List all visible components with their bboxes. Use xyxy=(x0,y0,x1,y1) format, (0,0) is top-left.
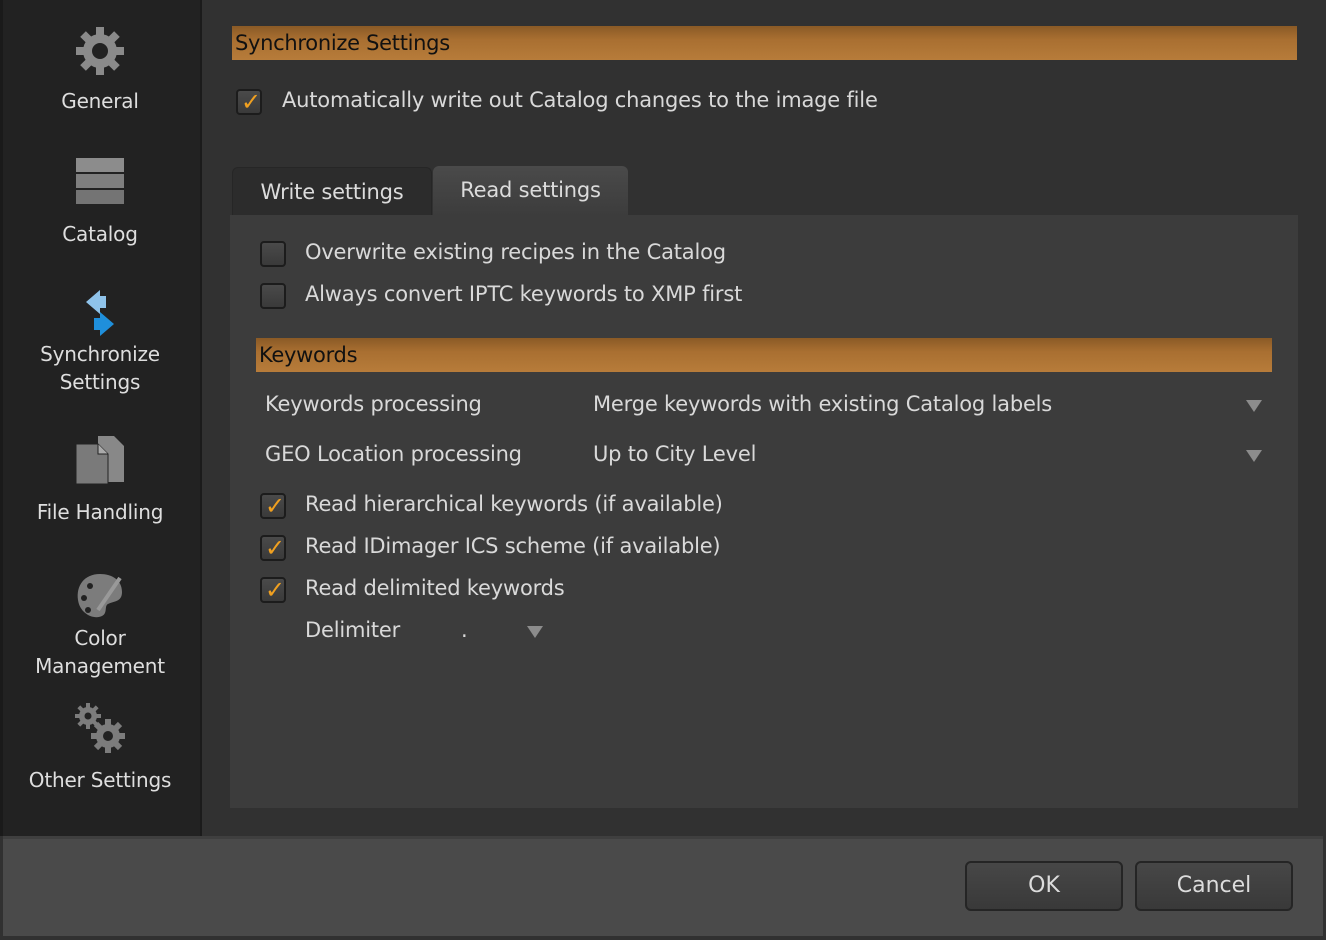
sidebar-item-general[interactable]: General xyxy=(0,24,200,115)
dialog-footer: OK Cancel xyxy=(3,836,1323,936)
chevron-down-icon xyxy=(527,626,543,638)
sidebar-item-label: Management xyxy=(35,654,165,678)
sidebar-item-catalog[interactable]: Catalog xyxy=(0,156,200,248)
read-hierarchical-checkbox[interactable]: ✓ xyxy=(260,492,286,520)
delimiter-value: . xyxy=(461,618,468,642)
convert-iptc-checkbox[interactable] xyxy=(260,283,286,309)
checkmark-icon: ✓ xyxy=(241,88,262,116)
sidebar-item-label: File Handling xyxy=(36,500,164,524)
keywords-section-header: Keywords xyxy=(256,338,1272,372)
chevron-down-icon xyxy=(1246,450,1262,462)
gears-icon xyxy=(75,703,125,753)
overwrite-recipes-checkbox[interactable] xyxy=(260,241,286,267)
checkmark-icon: ✓ xyxy=(265,534,286,562)
sidebar-item-file-handling[interactable]: File Handling xyxy=(0,434,200,526)
stack-icon xyxy=(76,158,124,204)
sidebar-item-label: General xyxy=(61,89,139,113)
section-header: Synchronize Settings xyxy=(232,26,1297,60)
sidebar-item-other-settings[interactable]: Other Settings xyxy=(0,702,200,794)
auto-write-checkbox[interactable]: ✓ xyxy=(236,88,262,116)
overwrite-recipes-label: Overwrite existing recipes in the Catalo… xyxy=(305,240,726,264)
read-ics-label: Read IDimager ICS scheme (if available) xyxy=(305,534,721,558)
sidebar-item-label: Settings xyxy=(59,370,141,394)
sidebar-item-label: Synchronize xyxy=(40,342,160,366)
delimiter-label: Delimiter xyxy=(305,618,401,642)
auto-write-label: Automatically write out Catalog changes … xyxy=(282,88,878,112)
checkmark-icon: ✓ xyxy=(265,576,286,604)
sync-arrows-icon xyxy=(86,290,114,336)
sidebar-item-synchronize-settings[interactable]: Synchronize Settings xyxy=(0,288,200,396)
convert-iptc-label: Always convert IPTC keywords to XMP firs… xyxy=(305,282,743,306)
geo-processing-value: Up to City Level xyxy=(593,442,757,466)
ok-button[interactable]: OK xyxy=(965,861,1123,911)
delimiter-select[interactable]: . xyxy=(455,614,555,650)
files-icon xyxy=(75,436,124,485)
sidebar-item-label: Other Settings xyxy=(28,768,172,792)
geo-processing-label: GEO Location processing xyxy=(265,442,522,466)
read-delimited-checkbox[interactable]: ✓ xyxy=(260,576,286,604)
geo-processing-select[interactable]: Up to City Level xyxy=(588,438,1278,474)
cancel-button[interactable]: Cancel xyxy=(1135,861,1293,911)
sidebar-item-label: Catalog xyxy=(62,222,138,246)
read-ics-checkbox[interactable]: ✓ xyxy=(260,534,286,562)
tab-write-settings[interactable]: Write settings xyxy=(232,167,432,215)
sidebar-item-color-management[interactable]: Color Management xyxy=(0,570,200,680)
keywords-processing-value: Merge keywords with existing Catalog lab… xyxy=(593,392,1053,416)
gear-icon xyxy=(76,27,124,75)
checkmark-icon: ✓ xyxy=(265,492,286,520)
keywords-processing-label: Keywords processing xyxy=(265,392,482,416)
sidebar-item-label: Color xyxy=(74,626,126,650)
settings-sidebar: General Catalog Synchronize Settings Fil… xyxy=(0,0,202,836)
keywords-processing-select[interactable]: Merge keywords with existing Catalog lab… xyxy=(588,388,1278,424)
chevron-down-icon xyxy=(1246,400,1262,412)
read-delimited-label: Read delimited keywords xyxy=(305,576,565,600)
tab-read-settings[interactable]: Read settings xyxy=(433,166,628,216)
read-hierarchical-label: Read hierarchical keywords (if available… xyxy=(305,492,723,516)
palette-icon xyxy=(77,574,122,618)
